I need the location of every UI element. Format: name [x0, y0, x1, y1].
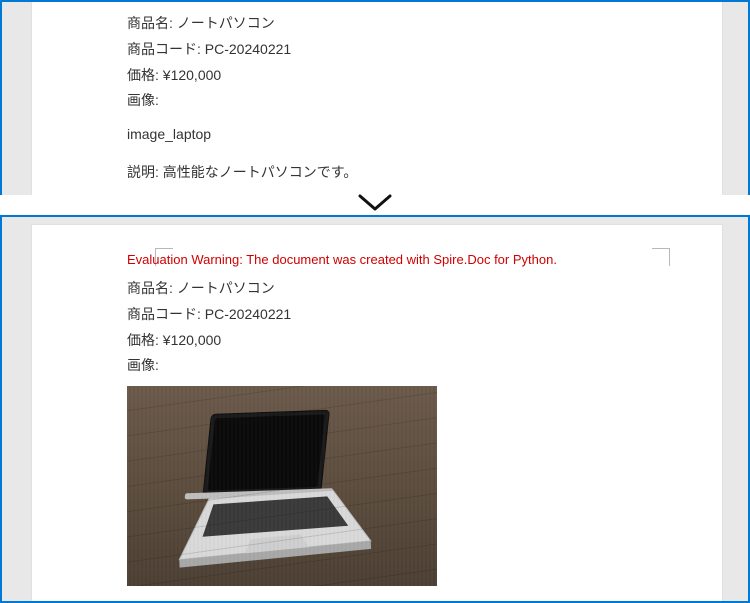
value-price: ¥120,000 — [163, 67, 221, 83]
value-description: 高性能なノートパソコンです。 — [163, 164, 358, 180]
field-product-name: 商品名: ノートパソコン — [127, 277, 647, 301]
value-product-code: PC-20240221 — [205, 41, 291, 57]
field-product-code: 商品コード: PC-20240221 — [127, 38, 647, 62]
document-content-after: Evaluation Warning: The document was cre… — [127, 249, 647, 603]
document-page-before: 商品名: ノートパソコン 商品コード: PC-20240221 価格: ¥120… — [32, 0, 722, 195]
label-product-name: 商品名: — [127, 15, 173, 31]
field-description: 説明: 高性能なノートパソコンです。 — [127, 161, 647, 185]
label-image: 画像: — [127, 92, 159, 108]
product-image — [127, 386, 437, 586]
label-image: 画像: — [127, 357, 159, 373]
before-panel: 商品名: ノートパソコン 商品コード: PC-20240221 価格: ¥120… — [0, 0, 750, 195]
value-price: ¥120,000 — [163, 332, 221, 348]
label-price: 価格: — [127, 332, 159, 348]
field-image: 画像: — [127, 354, 647, 378]
field-product-code: 商品コード: PC-20240221 — [127, 303, 647, 327]
value-product-name: ノートパソコン — [177, 15, 275, 31]
arrow-down-icon — [0, 193, 750, 215]
label-product-code: 商品コード: — [127, 306, 201, 322]
document-page-after: Evaluation Warning: The document was cre… — [32, 225, 722, 603]
image-placeholder-text: image_laptop — [127, 123, 647, 147]
crop-mark-icon — [652, 248, 670, 266]
value-product-name: ノートパソコン — [177, 280, 275, 296]
value-product-code: PC-20240221 — [205, 306, 291, 322]
label-product-name: 商品名: — [127, 280, 173, 296]
field-price: 価格: ¥120,000 — [127, 329, 647, 353]
evaluation-warning: Evaluation Warning: The document was cre… — [127, 249, 647, 271]
label-product-code: 商品コード: — [127, 41, 201, 57]
label-description: 説明: — [127, 164, 159, 180]
label-price: 価格: — [127, 67, 159, 83]
field-image: 画像: — [127, 89, 647, 113]
document-content-before: 商品名: ノートパソコン 商品コード: PC-20240221 価格: ¥120… — [127, 12, 647, 187]
field-product-name: 商品名: ノートパソコン — [127, 12, 647, 36]
after-panel: Evaluation Warning: The document was cre… — [0, 215, 750, 603]
field-price: 価格: ¥120,000 — [127, 64, 647, 88]
laptop-icon — [154, 402, 410, 581]
